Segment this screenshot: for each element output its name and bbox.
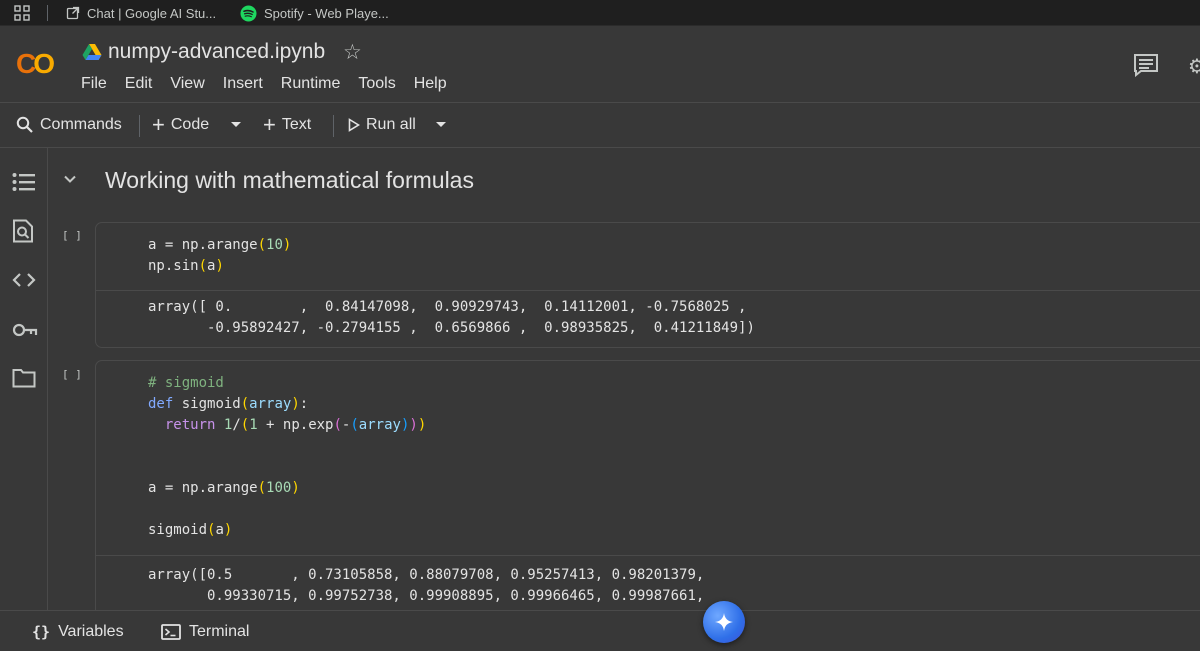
terminal-button[interactable]: Terminal — [161, 611, 249, 651]
code-line: a = np.arange(100) — [148, 480, 300, 496]
menu-runtime[interactable]: Runtime — [281, 75, 341, 93]
find-replace-icon[interactable] — [12, 219, 34, 243]
code-line: np.sin(a) — [148, 258, 224, 274]
bookmark-spotify[interactable]: Spotify - Web Playe... — [240, 0, 389, 26]
star-icon[interactable]: ☆ — [343, 40, 362, 65]
cell-output-divider — [96, 290, 1200, 291]
menu-bar: File Edit View Insert Runtime Tools Help — [81, 75, 465, 93]
caret-down-icon — [231, 122, 241, 127]
variables-label: Variables — [58, 622, 124, 640]
section-heading: Working with mathematical formulas — [105, 167, 474, 193]
code-cell[interactable]: # sigmoid def sigmoid(array): return 1/(1… — [95, 360, 1200, 625]
variables-button[interactable]: {} Variables — [32, 611, 124, 651]
add-code-button[interactable]: + Code — [152, 103, 209, 147]
header: CO numpy-advanced.ipynb ☆ File Edit View… — [0, 26, 1200, 102]
toolbar-divider — [139, 115, 140, 137]
plus-icon: + — [152, 112, 165, 137]
drive-icon[interactable] — [82, 43, 102, 61]
run-all-label: Run all — [366, 116, 416, 133]
run-all-button[interactable]: Run all — [348, 103, 416, 147]
run-cell-button[interactable]: [ ] — [62, 229, 82, 242]
menu-file[interactable]: File — [81, 75, 107, 93]
text-label: Text — [281, 116, 312, 133]
menu-view[interactable]: View — [170, 75, 204, 93]
code-line: sigmoid(a) — [148, 522, 233, 538]
play-icon — [348, 118, 360, 132]
code-editor[interactable]: # sigmoid def sigmoid(array): return 1/(1… — [148, 373, 426, 541]
menu-tools[interactable]: Tools — [358, 75, 395, 93]
left-sidebar — [0, 148, 48, 610]
run-cell-button[interactable]: [ ] — [62, 368, 82, 381]
terminal-label: Terminal — [189, 622, 250, 640]
gemini-button[interactable] — [703, 601, 745, 643]
folder-icon[interactable] — [12, 368, 36, 388]
cell-output: array([ 0. , 0.84147098, 0.90929743, 0.1… — [148, 299, 755, 336]
notebook-title[interactable]: numpy-advanced.ipynb — [108, 40, 325, 64]
terminal-icon — [161, 623, 181, 640]
sparkle-icon — [715, 613, 733, 631]
code-editor[interactable]: a = np.arange(10) np.sin(a) — [148, 235, 291, 277]
braces-icon: {} — [32, 622, 51, 641]
code-line: # sigmoid — [148, 375, 224, 391]
code-dropdown-button[interactable] — [230, 103, 242, 147]
bookmark-ai-studio[interactable]: Chat | Google AI Stu... — [66, 0, 216, 26]
code-label: Code — [170, 116, 210, 133]
code-line: def sigmoid(array): — [148, 396, 309, 412]
code-snippets-icon[interactable] — [12, 272, 36, 288]
bookmark-label: Chat | Google AI Stu... — [87, 5, 217, 21]
commands-button[interactable]: Commands — [16, 103, 122, 147]
spotify-icon — [240, 5, 257, 21]
code-line: a = np.arange(10) — [148, 237, 292, 253]
run-all-dropdown-button[interactable] — [435, 103, 447, 147]
menu-edit[interactable]: Edit — [125, 75, 153, 93]
code-cell[interactable]: a = np.arange(10) np.sin(a) array([ 0. , … — [95, 222, 1200, 348]
colab-logo[interactable]: CO — [16, 48, 55, 80]
commands-label: Commands — [40, 116, 122, 133]
cell-output-divider — [96, 555, 1200, 556]
bookmark-label: Spotify - Web Playe... — [264, 5, 389, 21]
code-line: return 1/(1 + np.exp(-(array))) — [164, 417, 427, 433]
collapse-section-icon[interactable] — [62, 171, 78, 187]
search-icon — [16, 116, 33, 133]
menu-insert[interactable]: Insert — [223, 75, 263, 93]
add-text-button[interactable]: + Text — [263, 103, 311, 147]
table-of-contents-icon[interactable] — [12, 172, 36, 192]
bottom-bar: {} Variables Terminal — [0, 610, 1200, 651]
toolbar: Commands + Code + Text Run all — [0, 102, 1200, 148]
settings-icon[interactable]: ⚙ — [1188, 54, 1200, 79]
apps-grid-icon[interactable] — [14, 5, 30, 21]
toolbar-divider — [333, 115, 334, 137]
bookmarks-divider — [47, 5, 48, 21]
comment-icon[interactable] — [1133, 53, 1159, 77]
menu-help[interactable]: Help — [414, 75, 447, 93]
key-icon[interactable] — [12, 322, 38, 338]
plus-icon: + — [263, 112, 276, 137]
bookmarks-bar: Chat | Google AI Stu... Spotify - Web Pl… — [0, 0, 1200, 26]
caret-down-icon — [436, 122, 446, 127]
external-link-icon — [66, 6, 80, 20]
